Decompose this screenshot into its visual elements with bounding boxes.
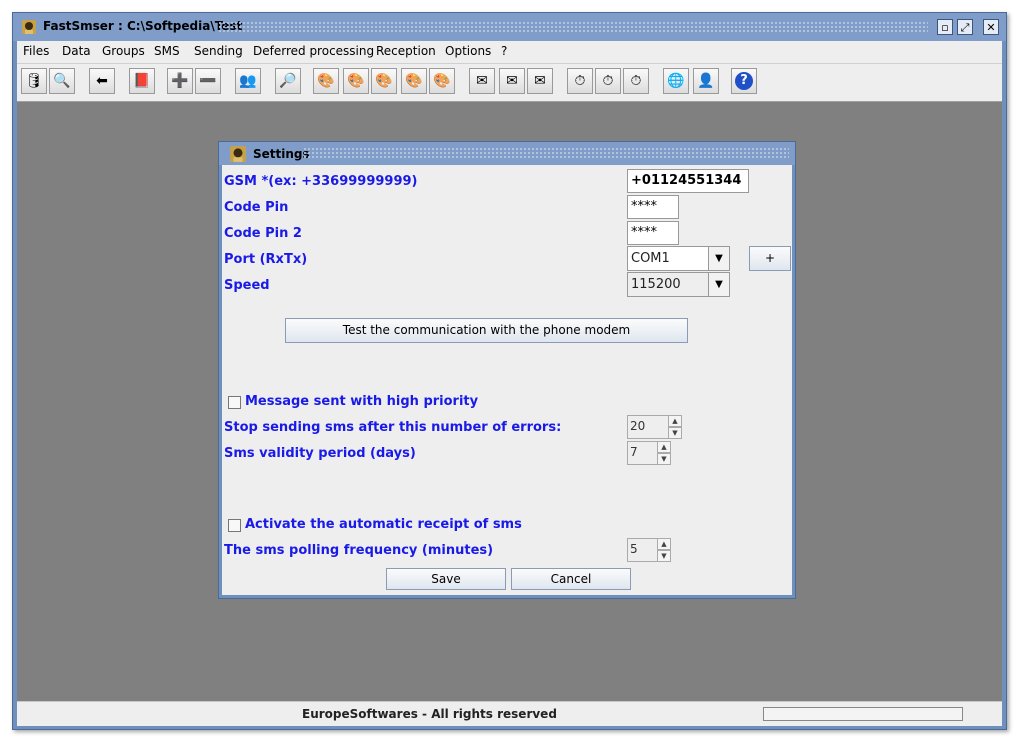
high-priority-checkbox[interactable] <box>228 396 241 409</box>
menu-sending[interactable]: Sending <box>194 44 243 58</box>
statusbar: EuropeSoftwares - All rights reserved <box>17 701 1002 726</box>
menubar: Files Data Groups SMS Sending Deferred p… <box>17 41 1002 63</box>
palette-icon-5[interactable]: 🎨 <box>429 68 455 94</box>
gsm-field[interactable]: +01124551344 <box>627 169 749 193</box>
high-priority-label: Message sent with high priority <box>245 394 479 409</box>
settings-dialog: Settings GSM *(ex: +33699999999) +011245… <box>218 141 796 599</box>
dialog-app-icon <box>230 146 246 162</box>
toolbar: 🛢 🔍 ⬅ 📕 ➕ ➖ 👥 🔎 🎨 🎨 🎨 🎨 🎨 ✉ ✉ ✉ ⏱ ⏱ ⏱ 🌐 … <box>17 63 1002 102</box>
window-title: FastSmser : C:\Softpedia\Test <box>43 19 243 33</box>
gsm-label: GSM *(ex: +33699999999) <box>224 174 418 189</box>
menu-groups[interactable]: Groups <box>102 44 145 58</box>
progress-bar <box>763 707 963 721</box>
status-text: EuropeSoftwares - All rights reserved <box>302 707 557 721</box>
magnifier-icon[interactable]: 🔎 <box>275 68 301 94</box>
database-icon[interactable]: 🛢 <box>21 68 47 94</box>
menu-data[interactable]: Data <box>62 44 91 58</box>
spinner-up-icon[interactable]: ▲ <box>657 538 671 550</box>
cancel-button[interactable]: Cancel <box>511 568 631 590</box>
stop-sending-value[interactable]: 20 <box>627 415 669 439</box>
spinner-up-icon[interactable]: ▲ <box>668 415 682 427</box>
validity-spinner[interactable]: 7 ▲ ▼ <box>627 441 672 465</box>
menu-sms[interactable]: SMS <box>154 44 180 58</box>
database-search-icon[interactable]: 🔍 <box>49 68 75 94</box>
speed-select[interactable]: 115200 ▼ <box>627 272 730 297</box>
polling-value[interactable]: 5 <box>627 538 658 562</box>
book-icon[interactable]: 📕 <box>129 68 155 94</box>
spinner-down-icon[interactable]: ▼ <box>657 453 671 465</box>
menu-options[interactable]: Options <box>445 44 491 58</box>
help-icon[interactable]: ? <box>731 68 757 94</box>
dialog-titlebar[interactable]: Settings <box>219 142 795 165</box>
chevron-down-icon[interactable]: ▼ <box>708 273 729 296</box>
mail-icon[interactable]: ✉ <box>499 68 525 94</box>
port-select-value: COM1 <box>631 251 670 266</box>
save-button[interactable]: Save <box>386 568 506 590</box>
titlebar-grip <box>218 21 928 34</box>
dialog-title: Settings <box>253 147 310 161</box>
menu-reception[interactable]: Reception <box>376 44 436 58</box>
palette-icon-1[interactable]: 🎨 <box>313 68 339 94</box>
menu-help[interactable]: ? <box>501 44 507 58</box>
auto-receipt-checkbox[interactable] <box>228 519 241 532</box>
spinner-down-icon[interactable]: ▼ <box>668 427 682 439</box>
dialog-grip <box>303 147 789 160</box>
dialog-body: GSM *(ex: +33699999999) +01124551344 Cod… <box>222 165 792 595</box>
clock-icon[interactable]: ⏱ <box>623 68 649 94</box>
mail-remove-icon[interactable]: ✉ <box>527 68 553 94</box>
minimize-icon[interactable]: ▫ <box>937 19 953 35</box>
spinner-up-icon[interactable]: ▲ <box>657 441 671 453</box>
polling-label: The sms polling frequency (minutes) <box>224 543 494 558</box>
code-pin2-field[interactable]: **** <box>627 221 679 245</box>
maximize-icon[interactable]: ⤢ <box>957 19 973 35</box>
port-label: Port (RxTx) <box>224 252 308 267</box>
validity-value[interactable]: 7 <box>627 441 658 465</box>
mail-add-icon[interactable]: ✉ <box>469 68 495 94</box>
palette-icon-2[interactable]: 🎨 <box>343 68 369 94</box>
code-pin2-label: Code Pin 2 <box>224 226 302 241</box>
test-communication-button[interactable]: Test the communication with the phone mo… <box>285 318 688 343</box>
app-icon <box>22 20 36 34</box>
globe-icon[interactable]: 🌐 <box>663 68 689 94</box>
validity-label: Sms validity period (days) <box>224 446 416 461</box>
chevron-down-icon[interactable]: ▼ <box>708 247 729 270</box>
add-record-icon[interactable]: ➕ <box>167 68 193 94</box>
spinner-down-icon[interactable]: ▼ <box>657 550 671 562</box>
users-icon[interactable]: 👥 <box>235 68 261 94</box>
back-arrow-icon[interactable]: ⬅ <box>89 68 115 94</box>
code-pin-field[interactable]: **** <box>627 195 679 219</box>
clock-remove-icon[interactable]: ⏱ <box>595 68 621 94</box>
polling-spinner[interactable]: 5 ▲ ▼ <box>627 538 672 562</box>
palette-icon-3[interactable]: 🎨 <box>371 68 397 94</box>
stop-sending-spinner[interactable]: 20 ▲ ▼ <box>627 415 683 439</box>
window-titlebar[interactable]: FastSmser : C:\Softpedia\Test ▫ ⤢ ✕ <box>13 13 1006 41</box>
speed-label: Speed <box>224 278 270 293</box>
person-icon[interactable]: 👤 <box>693 68 719 94</box>
speed-select-value: 115200 <box>631 277 681 292</box>
close-icon[interactable]: ✕ <box>983 19 999 35</box>
port-select[interactable]: COM1 ▼ <box>627 246 730 271</box>
add-port-button[interactable]: + <box>749 246 791 271</box>
palette-icon-4[interactable]: 🎨 <box>401 68 427 94</box>
menu-files[interactable]: Files <box>23 44 49 58</box>
code-pin-label: Code Pin <box>224 200 289 215</box>
auto-receipt-label: Activate the automatic receipt of sms <box>245 517 522 532</box>
menu-deferred-processing[interactable]: Deferred processing <box>253 44 374 58</box>
stop-sending-label: Stop sending sms after this number of er… <box>224 420 562 435</box>
clock-add-icon[interactable]: ⏱ <box>567 68 593 94</box>
remove-record-icon[interactable]: ➖ <box>195 68 221 94</box>
